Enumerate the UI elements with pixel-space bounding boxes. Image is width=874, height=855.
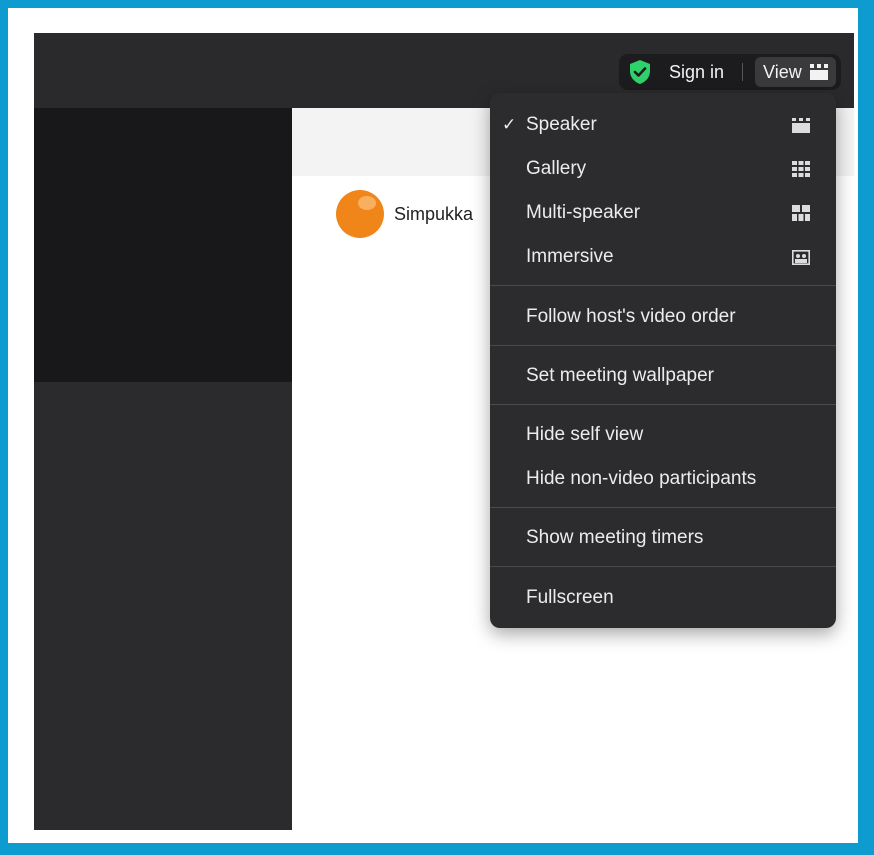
- menu-item-show-timers[interactable]: Show meeting timers: [490, 518, 836, 558]
- check-icon: ✓: [502, 115, 517, 134]
- speaker-layout-icon: [809, 64, 828, 80]
- view-menu: ✓ Speaker Gallery Multi-speaker Immersiv…: [490, 93, 836, 628]
- menu-item-multi-speaker[interactable]: Multi-speaker: [490, 193, 836, 233]
- view-button-label: View: [763, 61, 802, 82]
- view-button[interactable]: View: [755, 57, 836, 87]
- menu-item-speaker[interactable]: ✓ Speaker: [490, 105, 836, 145]
- menu-item-label: Multi-speaker: [526, 202, 641, 223]
- shield-check-icon[interactable]: [627, 59, 653, 85]
- immersive-icon: [792, 249, 810, 271]
- menu-separator: [490, 345, 836, 346]
- video-tile-top: [34, 108, 292, 382]
- multi-speaker-icon: [792, 205, 810, 227]
- menu-item-label: Speaker: [526, 114, 597, 135]
- avatar: [336, 190, 384, 238]
- menu-item-label: Gallery: [526, 158, 587, 179]
- menu-item-set-wallpaper[interactable]: Set meeting wallpaper: [490, 356, 836, 396]
- participant-entry[interactable]: Simpukka: [336, 190, 473, 238]
- menu-separator: [490, 507, 836, 508]
- menu-item-hide-self-view[interactable]: Hide self view: [490, 415, 836, 455]
- menu-item-label: Show meeting timers: [526, 527, 704, 548]
- menu-item-label: Hide self view: [526, 424, 644, 445]
- video-tile-bottom: [34, 382, 292, 830]
- gallery-grid-icon: [792, 161, 810, 183]
- header-controls: Sign in View: [619, 54, 841, 90]
- sign-in-link[interactable]: Sign in: [669, 62, 724, 83]
- menu-item-label: Follow host's video order: [526, 306, 736, 327]
- participant-name: Simpukka: [394, 203, 474, 224]
- menu-item-label: Immersive: [526, 246, 614, 267]
- header-divider: [742, 63, 744, 81]
- menu-item-gallery[interactable]: Gallery: [490, 149, 836, 189]
- menu-item-follow-host-order[interactable]: Follow host's video order: [490, 297, 836, 337]
- menu-item-label: Fullscreen: [526, 587, 614, 608]
- menu-separator: [490, 566, 836, 567]
- menu-separator: [490, 285, 836, 286]
- menu-item-immersive[interactable]: Immersive: [490, 237, 836, 277]
- menu-item-fullscreen[interactable]: Fullscreen: [490, 578, 836, 618]
- menu-separator: [490, 404, 836, 405]
- menu-item-hide-non-video[interactable]: Hide non-video participants: [490, 459, 836, 499]
- menu-item-label: Set meeting wallpaper: [526, 365, 714, 386]
- speaker-layout-icon: [792, 117, 810, 139]
- menu-item-label: Hide non-video participants: [526, 468, 757, 489]
